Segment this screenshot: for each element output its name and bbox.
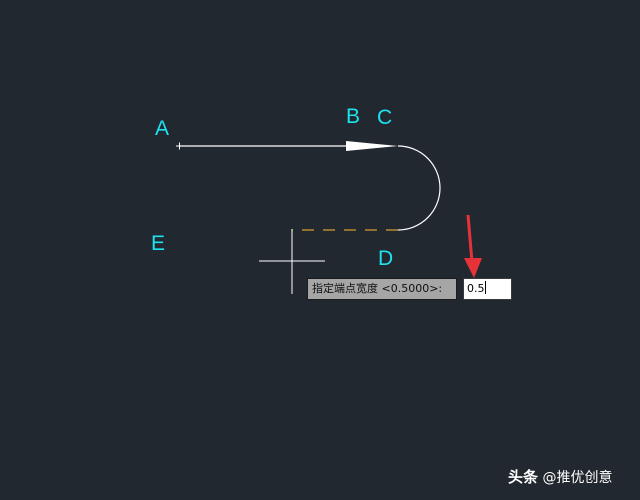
cad-drawing-canvas[interactable]: A B C D E 指定端点宽度 <0.5000>: 0.5 头条 @推优创意 [0, 0, 640, 500]
point-label-a: A [155, 117, 170, 140]
text-caret [484, 281, 486, 294]
red-pointer-arrow-shaft [466, 214, 474, 263]
prompt-text: 指定端点宽度 <0.5000>: [312, 282, 443, 295]
watermark: 头条 @推优创意 [508, 466, 612, 487]
drawing-area[interactable] [0, 0, 640, 500]
polyline-arc-cd [397, 145, 441, 231]
width-value-text: 0.5 [467, 282, 485, 295]
polyline-arrowhead [346, 141, 398, 151]
red-pointer-arrow-head [464, 258, 482, 278]
point-label-c: C [377, 106, 393, 129]
point-label-e: E [151, 232, 166, 255]
point-label-d: D [378, 247, 394, 270]
watermark-text: @推优创意 [542, 470, 613, 486]
watermark-logo: 头条 [508, 468, 539, 486]
point-label-b: B [346, 105, 361, 128]
dynamic-input-prompt: 指定端点宽度 <0.5000>: [307, 278, 457, 300]
width-value-input[interactable]: 0.5 [463, 278, 512, 300]
